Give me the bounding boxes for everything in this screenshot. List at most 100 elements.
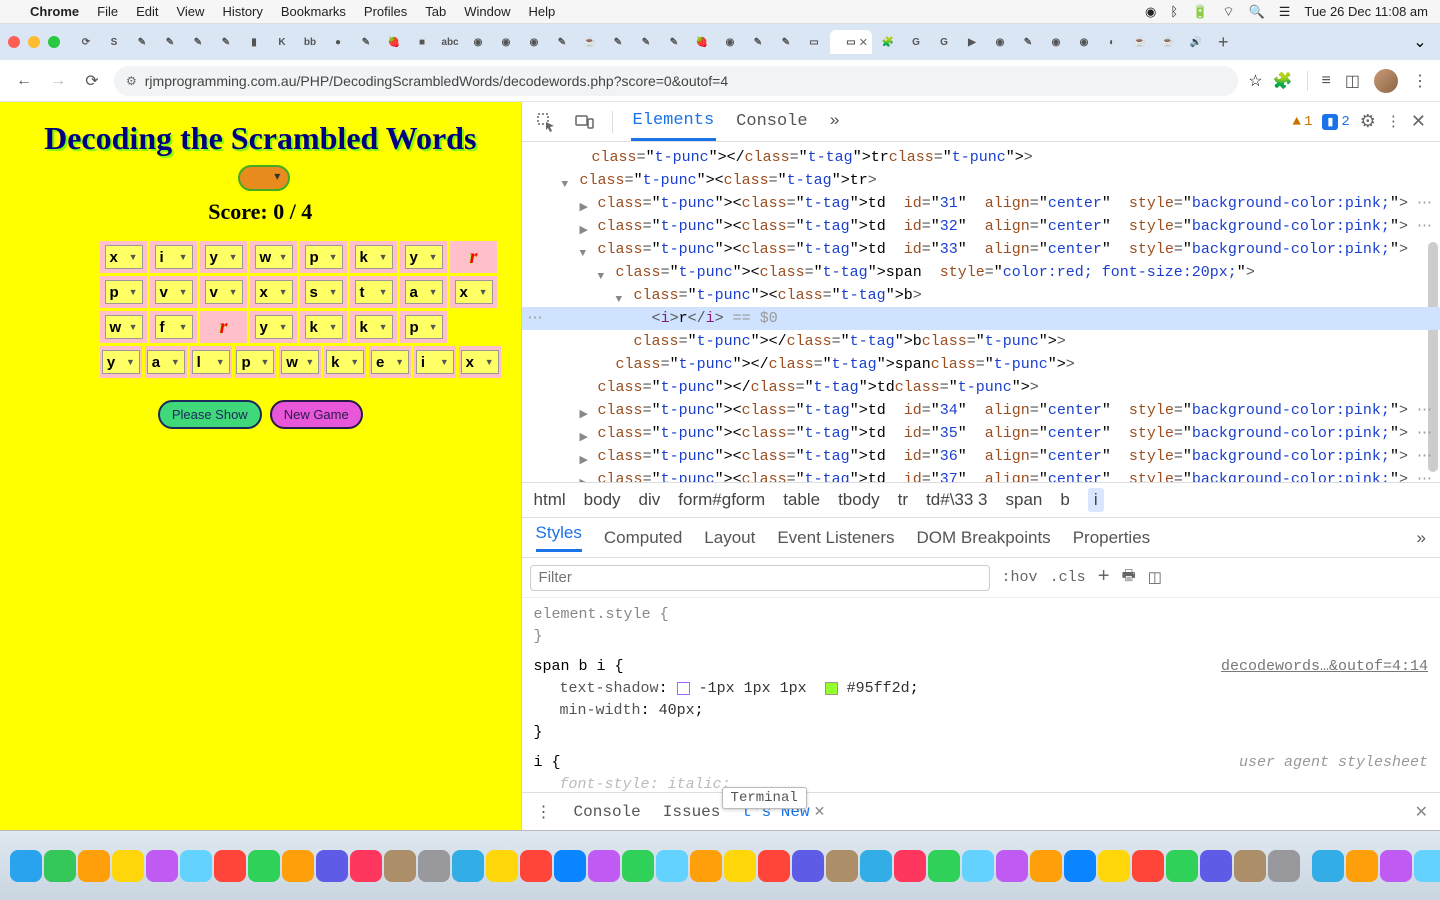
letter-select[interactable]: v▼ [155, 280, 193, 304]
devtools-menu-icon[interactable]: ⋮ [1386, 112, 1401, 131]
devtools-settings-icon[interactable]: ⚙ [1360, 111, 1376, 133]
toggle-sidebar-icon[interactable]: ◫ [1148, 568, 1162, 587]
spotlight-icon[interactable]: 🔍 [1249, 4, 1265, 20]
browser-tab[interactable]: ▶ [958, 30, 986, 54]
browser-tab[interactable]: ◉ [520, 30, 548, 54]
letter-cell[interactable]: k▼ [300, 311, 347, 343]
letter-cell[interactable]: k▼ [350, 241, 397, 273]
letter-cell[interactable]: l▼ [190, 346, 232, 378]
letter-select[interactable]: w▼ [281, 350, 319, 374]
letter-cell[interactable]: k▼ [324, 346, 366, 378]
dock-app-icon[interactable] [1098, 850, 1130, 882]
browser-tab[interactable]: ◉ [986, 30, 1014, 54]
drawer-menu-icon[interactable]: ⋮ [536, 802, 552, 822]
dock-app-icon[interactable] [248, 850, 280, 882]
menu-edit[interactable]: Edit [136, 4, 158, 19]
letter-select[interactable]: w▼ [255, 245, 293, 269]
letter-cell[interactable]: i▼ [150, 241, 197, 273]
menubar-clock[interactable]: Tue 26 Dec 11:08 am [1304, 4, 1428, 19]
tabs-dropdown-icon[interactable]: ⌄ [1408, 30, 1432, 54]
dock-app-icon[interactable] [860, 850, 892, 882]
browser-tab[interactable]: ✎ [744, 30, 772, 54]
letter-select[interactable]: x▼ [455, 280, 493, 304]
chrome-menu-icon[interactable]: ⋮ [1412, 71, 1428, 91]
cls-toggle[interactable]: .cls [1050, 569, 1086, 586]
dom-node[interactable]: ▼class="t-punc"><class="t-tag">span styl… [522, 261, 1440, 284]
breadcrumb-item[interactable]: form#gform [678, 490, 765, 510]
letter-cell[interactable]: f▼ [150, 311, 197, 343]
dom-node[interactable]: ▶class="t-punc"><class="t-tag">td id="35… [522, 422, 1440, 445]
breadcrumb-item[interactable]: table [783, 490, 820, 510]
breadcrumb-item[interactable]: body [584, 490, 621, 510]
title-dropdown[interactable] [238, 165, 290, 191]
breadcrumb[interactable]: htmlbodydivform#gformtabletbodytrtd#\33 … [522, 482, 1440, 518]
devtools-tab-elements[interactable]: Elements [631, 103, 717, 141]
dom-node[interactable]: ⋯<i>r</i> == $0 [522, 307, 1440, 330]
close-window-icon[interactable] [8, 36, 20, 48]
dock-app-icon[interactable] [792, 850, 824, 882]
browser-tab[interactable]: ◉ [1042, 30, 1070, 54]
dom-node[interactable]: class="t-punc"></class="t-tag">bclass="t… [522, 330, 1440, 353]
drawer-tab-console[interactable]: Console [574, 803, 641, 821]
breadcrumb-item[interactable]: tbody [838, 490, 880, 510]
dock-app-icon[interactable] [1414, 850, 1440, 882]
dock-app-icon[interactable] [1268, 850, 1300, 882]
letter-select[interactable]: w▼ [105, 315, 143, 339]
letter-select[interactable]: k▼ [305, 315, 343, 339]
browser-tab[interactable]: ⟳ [72, 30, 100, 54]
browser-tab[interactable]: S [100, 30, 128, 54]
browser-tab[interactable]: ◐ [1098, 30, 1126, 54]
letter-select[interactable]: k▼ [355, 245, 393, 269]
browser-tab[interactable]: 🍓 [380, 30, 408, 54]
dock-app-icon[interactable] [1312, 850, 1344, 882]
drawer-close-icon[interactable]: ✕ [1415, 802, 1428, 822]
dock-app-icon[interactable] [826, 850, 858, 882]
letter-select[interactable]: k▼ [326, 350, 364, 374]
letter-select[interactable]: p▼ [305, 245, 343, 269]
dom-node[interactable]: ▶class="t-punc"><class="t-tag">td id="31… [522, 192, 1440, 215]
dom-node[interactable]: class="t-punc"></class="t-tag">tdclass="… [522, 376, 1440, 399]
sidepanel-icon[interactable]: ◫ [1345, 71, 1360, 91]
letter-cell[interactable]: w▼ [250, 241, 297, 273]
wifi-icon[interactable]: ⌔ [1222, 4, 1234, 20]
new-game-button[interactable]: New Game [270, 400, 363, 429]
letter-select[interactable]: p▼ [405, 315, 443, 339]
letter-cell[interactable]: s▼ [300, 276, 347, 308]
devtools-close-icon[interactable]: ✕ [1411, 111, 1426, 133]
active-tab[interactable]: ▭ ✕ [830, 30, 872, 54]
menu-history[interactable]: History [222, 4, 262, 19]
dom-node[interactable]: class="t-punc"></class="t-tag">spanclass… [522, 353, 1440, 376]
letter-select[interactable]: f▼ [155, 315, 193, 339]
reload-button[interactable]: ⟳ [80, 69, 104, 93]
dom-node[interactable]: ▶class="t-punc"><class="t-tag">td id="37… [522, 468, 1440, 482]
dock-app-icon[interactable] [996, 850, 1028, 882]
browser-tab[interactable]: ✎ [184, 30, 212, 54]
close-tab-icon[interactable]: ✕ [859, 36, 868, 49]
new-style-rule-icon[interactable]: + [1098, 566, 1110, 589]
styles-rules[interactable]: element.style { } decodewords…&outof=4:1… [522, 598, 1440, 792]
dock-app-icon[interactable] [962, 850, 994, 882]
profile-avatar[interactable] [1374, 69, 1398, 93]
dock-app-icon[interactable] [214, 850, 246, 882]
styles-tab-dombp[interactable]: DOM Breakpoints [917, 528, 1051, 548]
dock-app-icon[interactable] [1166, 850, 1198, 882]
dock-app-icon[interactable] [894, 850, 926, 882]
dock-app-icon[interactable] [44, 850, 76, 882]
site-info-icon[interactable]: ⚙ [126, 74, 137, 88]
browser-tab[interactable]: ◉ [492, 30, 520, 54]
device-toolbar-icon[interactable] [574, 112, 594, 132]
browser-tab[interactable]: ◉ [716, 30, 744, 54]
dock-app-icon[interactable] [1234, 850, 1266, 882]
breadcrumb-item[interactable]: i [1088, 488, 1104, 512]
letter-cell[interactable]: y▼ [200, 241, 247, 273]
dock-app-icon[interactable] [146, 850, 178, 882]
letter-cell[interactable]: p▼ [300, 241, 347, 273]
browser-tab[interactable]: K [268, 30, 296, 54]
extensions-icon[interactable]: 🧩 [1273, 71, 1293, 91]
letter-cell[interactable]: e▼ [369, 346, 411, 378]
inspect-element-icon[interactable] [536, 112, 556, 132]
letter-select[interactable]: p▼ [236, 350, 274, 374]
dock-app-icon[interactable] [384, 850, 416, 882]
browser-tab[interactable]: 🧩 [874, 30, 902, 54]
browser-tab[interactable]: ✎ [660, 30, 688, 54]
